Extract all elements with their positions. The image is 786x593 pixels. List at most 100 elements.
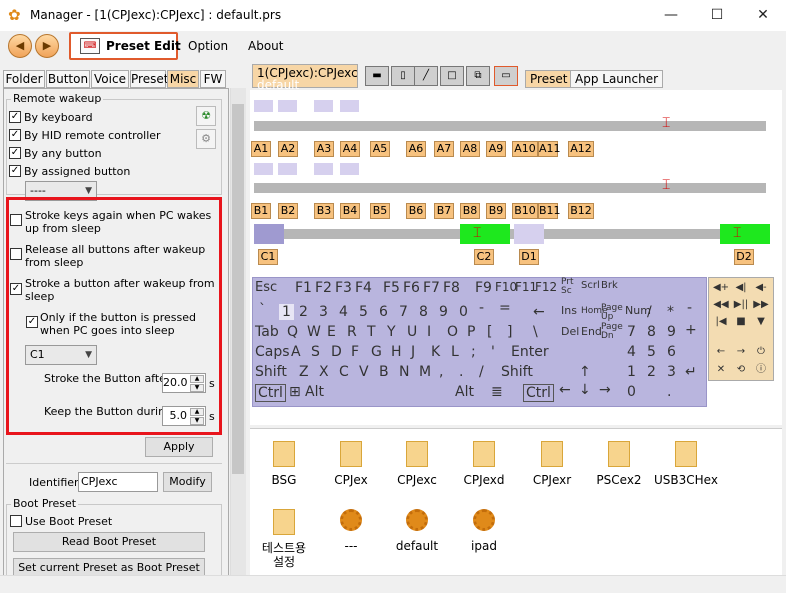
by-any-button-checkbox[interactable]: ✓ xyxy=(9,147,21,159)
modify-button[interactable]: Modify xyxy=(163,472,212,492)
tab-preset[interactable]: Preset xyxy=(130,70,168,88)
key-end[interactable]: End xyxy=(581,325,602,338)
label-b1[interactable]: B1 xyxy=(251,203,271,219)
key-5[interactable]: 5 xyxy=(359,304,368,320)
label-d1[interactable]: D1 xyxy=(519,249,539,265)
c2-slider[interactable] xyxy=(460,224,510,244)
apply-button[interactable]: Apply xyxy=(145,437,213,457)
window-icon[interactable]: ⧉ xyxy=(466,66,490,86)
key-backtick[interactable]: ` xyxy=(259,302,266,318)
key-n[interactable]: N xyxy=(399,364,409,380)
key-rshift[interactable]: Shift xyxy=(501,364,533,380)
key-j[interactable]: J xyxy=(411,344,415,360)
volume-up-icon[interactable]: ◀+ xyxy=(712,280,730,296)
key-m[interactable]: M xyxy=(419,364,431,380)
key-z[interactable]: Z xyxy=(299,364,309,380)
key-f8[interactable]: F8 xyxy=(443,280,460,296)
screen-icon[interactable]: ▭ xyxy=(494,66,518,86)
key-ralt[interactable]: Alt xyxy=(455,384,474,400)
key-lshift[interactable]: Shift xyxy=(255,364,287,380)
file-item[interactable]: ipad xyxy=(449,509,519,553)
key-num8[interactable]: 8 xyxy=(647,324,656,340)
key-8[interactable]: 8 xyxy=(419,304,428,320)
key-rbracket[interactable]: ] xyxy=(507,324,512,340)
key-right[interactable]: → xyxy=(599,382,611,398)
key-menu[interactable]: ≣ xyxy=(491,384,503,400)
key-f5[interactable]: F5 xyxy=(383,280,400,296)
c1-slider[interactable] xyxy=(254,224,284,244)
key-lctrl[interactable]: Ctrl xyxy=(255,384,286,402)
key-f[interactable]: F xyxy=(351,344,359,360)
key-o[interactable]: O xyxy=(447,324,458,340)
key-tab[interactable]: Tab xyxy=(255,324,279,340)
key-num-plus[interactable]: + xyxy=(685,322,697,338)
key-num-star[interactable]: * xyxy=(667,304,674,320)
key-f11[interactable]: F11 xyxy=(515,280,537,294)
label-a1[interactable]: A1 xyxy=(251,141,271,157)
file-item[interactable]: BSG xyxy=(249,441,319,487)
forward-button[interactable]: ▶ xyxy=(35,34,59,58)
label-a6[interactable]: A6 xyxy=(406,141,426,157)
label-a7[interactable]: A7 xyxy=(434,141,454,157)
key-num5[interactable]: 5 xyxy=(647,344,656,360)
row-a-marker[interactable]: ⌶ xyxy=(662,116,670,130)
key-num6[interactable]: 6 xyxy=(667,344,676,360)
key-num7[interactable]: 7 xyxy=(627,324,636,340)
key-1[interactable]: 1 xyxy=(279,304,294,320)
label-c1[interactable]: C1 xyxy=(258,249,278,265)
close-button[interactable]: ✕ xyxy=(740,0,786,31)
c2-marker[interactable]: ⌶ xyxy=(473,226,481,240)
label-b5[interactable]: B5 xyxy=(370,203,390,219)
key-u[interactable]: U xyxy=(407,324,417,340)
label-c2[interactable]: C2 xyxy=(474,249,494,265)
label-a5[interactable]: A5 xyxy=(370,141,390,157)
key-num-minus[interactable]: - xyxy=(687,300,692,316)
key-g[interactable]: G xyxy=(371,344,382,360)
close-x-icon[interactable]: ✕ xyxy=(712,362,730,378)
label-b8[interactable]: B8 xyxy=(460,203,480,219)
back-button[interactable]: ◀ xyxy=(8,34,32,58)
back-arrow-icon[interactable]: ← xyxy=(712,344,730,360)
key-scrl[interactable]: Scrl xyxy=(581,280,600,291)
play-pause-icon[interactable]: ▶|| xyxy=(732,297,750,313)
label-a4[interactable]: A4 xyxy=(340,141,360,157)
key-num4[interactable]: 4 xyxy=(627,344,636,360)
label-b12[interactable]: B12 xyxy=(568,203,594,219)
key-backspace[interactable]: ← xyxy=(533,304,545,320)
key-i[interactable]: I xyxy=(427,324,431,340)
rewind-icon[interactable]: ◀◀ xyxy=(712,297,730,313)
key-comma[interactable]: , xyxy=(439,364,443,380)
key-d[interactable]: D xyxy=(331,344,342,360)
key-equals[interactable]: = xyxy=(499,300,511,316)
tab-fw[interactable]: FW xyxy=(200,70,226,88)
key-brk[interactable]: Brk xyxy=(601,280,618,291)
key-f12[interactable]: F12 xyxy=(535,280,557,294)
key-c[interactable]: C xyxy=(339,364,349,380)
key-h[interactable]: H xyxy=(391,344,402,360)
layout-bar-icon[interactable]: ▬ xyxy=(365,66,389,86)
key-w[interactable]: W xyxy=(307,324,321,340)
label-a10[interactable]: A10 xyxy=(512,141,538,157)
file-item[interactable]: CPJexd xyxy=(449,441,519,487)
read-boot-preset-button[interactable]: Read Boot Preset xyxy=(13,532,205,552)
file-item[interactable]: USB3CHex xyxy=(651,441,721,487)
key-prtsc[interactable]: Prt Sc xyxy=(561,278,579,296)
d1-slider[interactable] xyxy=(514,224,544,244)
mute-icon[interactable]: ◀| xyxy=(732,280,750,296)
d2-marker[interactable]: ⌶ xyxy=(733,226,741,240)
key-q[interactable]: Q xyxy=(287,324,298,340)
key-enter[interactable]: Enter xyxy=(511,344,549,360)
key-f9[interactable]: F9 xyxy=(475,280,492,296)
key-win[interactable]: ⊞ xyxy=(289,384,301,400)
key-f4[interactable]: F4 xyxy=(355,280,372,296)
key-minus[interactable]: - xyxy=(479,300,484,316)
key-semicolon[interactable]: ; xyxy=(471,344,476,360)
file-item[interactable]: CPJexr xyxy=(517,441,587,487)
key-rctrl[interactable]: Ctrl xyxy=(523,384,554,402)
key-a[interactable]: A xyxy=(291,344,301,360)
label-a12[interactable]: A12 xyxy=(568,141,594,157)
key-b[interactable]: B xyxy=(379,364,389,380)
tab-device[interactable]: 1(CPJexc):CPJexc default xyxy=(252,64,358,91)
forward-arrow-icon[interactable]: → xyxy=(732,344,750,360)
key-caps[interactable]: Caps xyxy=(255,344,290,360)
